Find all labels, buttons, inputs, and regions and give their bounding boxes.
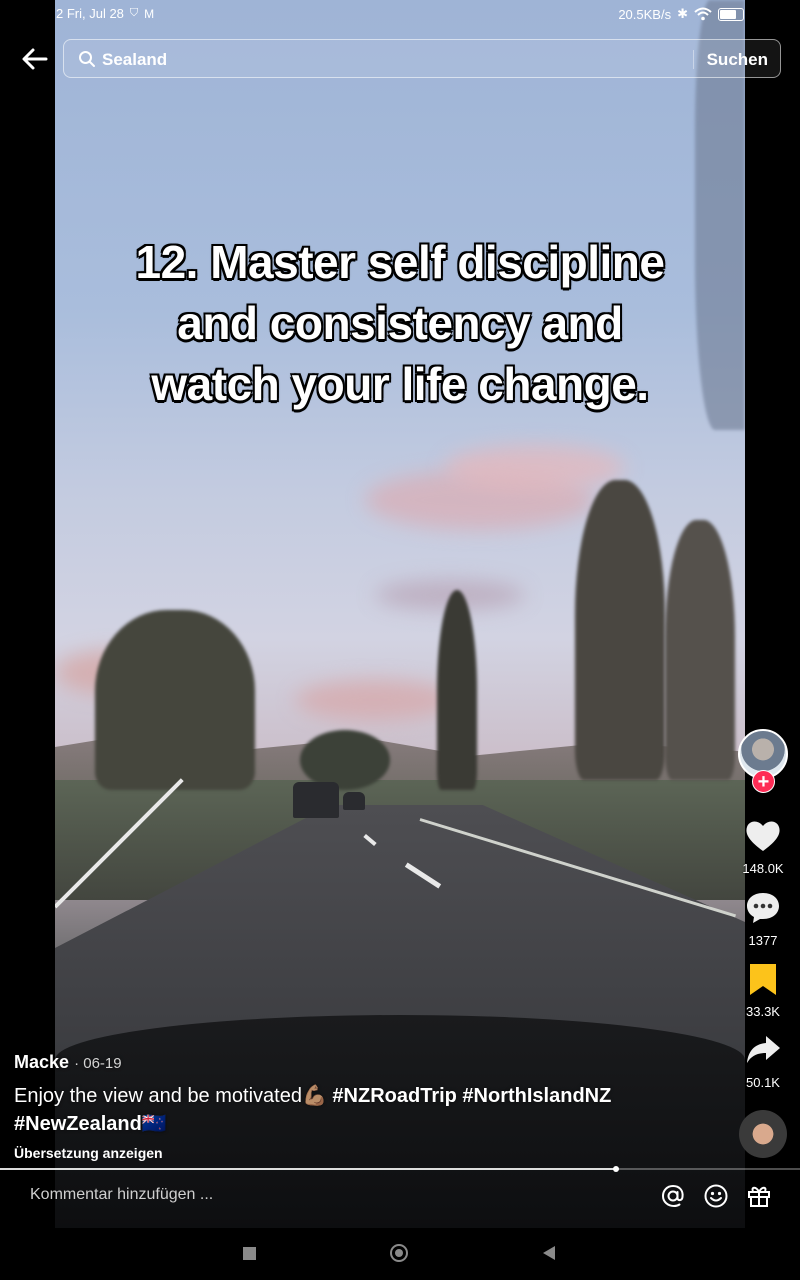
share-count: 50.1K bbox=[746, 1075, 780, 1090]
recent-apps-button[interactable] bbox=[243, 1247, 256, 1260]
like-button[interactable]: 148.0K bbox=[736, 818, 790, 876]
emoji-icon[interactable] bbox=[703, 1183, 729, 1209]
network-speed: 20.5KB/s bbox=[618, 6, 672, 22]
caption-line-3: watch your life change. bbox=[151, 358, 649, 410]
share-button[interactable]: 50.1K bbox=[736, 1032, 790, 1090]
video-player[interactable] bbox=[55, 0, 745, 1228]
system-nav-bar bbox=[0, 1228, 800, 1280]
comment-input[interactable]: Kommentar hinzufügen ... bbox=[30, 1186, 213, 1204]
caption-line-2: and consistency and bbox=[177, 297, 623, 349]
caption-line-1: 12. Master self discipline bbox=[135, 236, 665, 288]
mail-icon: M bbox=[144, 6, 155, 21]
status-time: 2 Fri, Jul 28 bbox=[56, 6, 124, 21]
status-bar: 2 Fri, Jul 28 ⛉ M 20.5KB/s ✱ bbox=[56, 6, 744, 26]
post-date: · 06-19 bbox=[74, 1055, 122, 1072]
hashtags-line1[interactable]: #NZRoadTrip #NorthIslandNZ bbox=[332, 1085, 611, 1107]
author-name[interactable]: Macke bbox=[14, 1052, 69, 1072]
share-arrow-icon bbox=[747, 1036, 780, 1063]
back-arrow-icon[interactable] bbox=[18, 42, 52, 76]
post-description: Enjoy the view and be motivated💪🏽 #NZRoa… bbox=[14, 1082, 704, 1138]
video-progress-bar[interactable] bbox=[0, 1166, 800, 1172]
heart-icon bbox=[746, 821, 780, 851]
music-disc-icon[interactable] bbox=[739, 1110, 787, 1158]
bookmark-icon bbox=[750, 964, 776, 995]
search-box[interactable]: Sealand Suchen bbox=[63, 39, 781, 78]
mention-icon[interactable] bbox=[660, 1183, 686, 1209]
divider bbox=[693, 50, 694, 69]
shield-icon: ⛉ bbox=[129, 7, 139, 19]
gift-icon[interactable] bbox=[746, 1183, 772, 1209]
home-button[interactable] bbox=[390, 1244, 408, 1262]
battery-icon bbox=[718, 7, 744, 21]
video-caption: 12. Master self discipline and consisten… bbox=[55, 232, 745, 415]
search-button[interactable]: Suchen bbox=[707, 50, 768, 70]
bluetooth-icon: ✱ bbox=[677, 6, 688, 21]
description-text: Enjoy the view and be motivated💪🏽 bbox=[14, 1085, 333, 1107]
comment-bar: Kommentar hinzufügen ... bbox=[0, 1172, 800, 1220]
like-count: 148.0K bbox=[742, 861, 784, 876]
hashtags-line2[interactable]: #NewZealand🇳🇿 bbox=[14, 1113, 167, 1135]
search-icon bbox=[79, 51, 95, 67]
wifi-icon bbox=[694, 7, 712, 21]
comment-button[interactable]: 1377 bbox=[736, 890, 790, 948]
author-line[interactable]: Macke · 06-19 bbox=[14, 1052, 122, 1073]
save-button[interactable]: 33.3K bbox=[736, 961, 790, 1019]
comment-icon bbox=[747, 893, 779, 923]
system-back-button[interactable] bbox=[543, 1246, 555, 1260]
follow-plus-icon[interactable]: + bbox=[752, 770, 775, 793]
search-input[interactable]: Sealand bbox=[102, 50, 167, 70]
progress-fill bbox=[0, 1168, 616, 1170]
translate-link[interactable]: Übersetzung anzeigen bbox=[14, 1145, 163, 1161]
save-count: 33.3K bbox=[746, 1004, 780, 1019]
comment-count: 1377 bbox=[748, 933, 778, 948]
